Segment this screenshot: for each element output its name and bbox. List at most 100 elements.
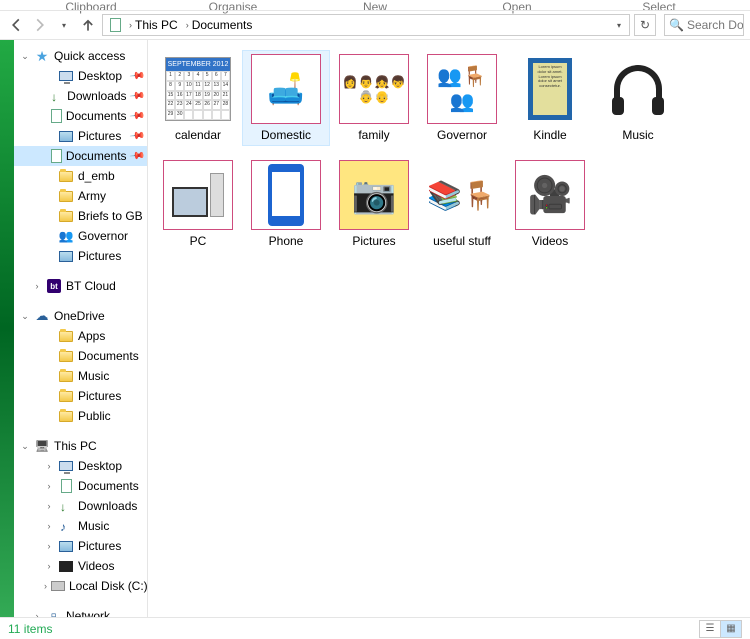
chevron-right-icon[interactable]: › — [44, 521, 54, 531]
nav-item-pictures[interactable]: Pictures📌 — [14, 126, 147, 146]
folder-thumbnail: 🎥 — [515, 160, 585, 230]
nav-item-pictures[interactable]: Pictures — [14, 386, 147, 406]
folder-icon — [58, 328, 74, 344]
nav-item-videos[interactable]: ›Videos — [14, 556, 147, 576]
nav-bt-cloud[interactable]: › bt BT Cloud — [14, 276, 147, 296]
up-button[interactable] — [78, 15, 98, 35]
down-icon — [51, 88, 63, 104]
nav-item-documents[interactable]: Documents📌 — [14, 106, 147, 126]
nav-item-governor[interactable]: 👥Governor — [14, 226, 147, 246]
folder-item-label: Kindle — [533, 128, 566, 142]
nav-this-pc[interactable]: ⌄ 🖥 This PC — [14, 436, 147, 456]
icons-view-toggle[interactable]: ▦ — [720, 620, 742, 638]
disk-icon — [51, 578, 65, 594]
pin-icon: 📌 — [128, 148, 145, 164]
folder-item-label: PC — [190, 234, 207, 248]
folder-item-useful-stuff[interactable]: 📚🪑 useful stuff — [418, 156, 506, 252]
nav-item-apps[interactable]: Apps — [14, 326, 147, 346]
chevron-down-icon[interactable]: ⌄ — [20, 51, 30, 62]
nav-item-desktop[interactable]: ›Desktop — [14, 456, 147, 476]
nav-label: This PC — [54, 439, 97, 453]
folder-item-domestic[interactable]: 🛋️Domestic — [242, 50, 330, 146]
folder-thumbnail: 📚🪑 — [427, 160, 497, 230]
breadcrumb-segment[interactable]: ›This PC — [126, 18, 181, 32]
chevron-down-icon[interactable]: ⌄ — [20, 441, 30, 452]
doc-icon — [51, 108, 62, 124]
nav-network[interactable]: › Network — [14, 606, 147, 617]
chevron-right-icon[interactable]: › — [44, 561, 54, 571]
folder-item-kindle[interactable]: Lorem ipsum dolor sit amet. Lorem ipsum … — [506, 50, 594, 146]
nav-item-music[interactable]: › Music — [14, 516, 147, 536]
nav-label: Pictures — [78, 249, 121, 263]
folder-thumbnail — [163, 160, 233, 230]
nav-item-public[interactable]: Public — [14, 406, 147, 426]
nav-label: Documents — [66, 149, 127, 163]
chevron-right-icon[interactable]: › — [44, 501, 54, 511]
search-input[interactable]: 🔍Search Do… — [664, 14, 744, 36]
folder-item-videos[interactable]: 🎥Videos — [506, 156, 594, 252]
chevron-right-icon[interactable]: › — [32, 281, 42, 291]
back-button[interactable] — [6, 15, 26, 35]
nav-quick-access[interactable]: ⌄ ★ Quick access — [14, 46, 147, 66]
this-pc-icon: 🖥 — [34, 438, 50, 454]
nav-onedrive[interactable]: ⌄ ☁ OneDrive — [14, 306, 147, 326]
forward-button[interactable] — [30, 15, 50, 35]
nav-item-desktop[interactable]: Desktop📌 — [14, 66, 147, 86]
chevron-down-icon[interactable]: ⌄ — [20, 311, 30, 322]
refresh-button[interactable]: ↻ — [634, 14, 656, 36]
nav-label: BT Cloud — [66, 279, 116, 293]
nav-label: Network — [66, 609, 110, 617]
ribbon-section: Select — [588, 0, 730, 10]
nav-label: d_emb — [78, 169, 115, 183]
folder-item-label: useful stuff — [433, 234, 491, 248]
breadcrumb-segment[interactable]: ›Documents — [183, 18, 256, 32]
nav-item-music[interactable]: Music — [14, 366, 147, 386]
pic-icon — [58, 248, 74, 264]
folder-thumbnail: 👩👨👧👦👵👴 — [339, 54, 409, 124]
desktop-wallpaper-edge — [0, 40, 14, 617]
chevron-right-icon[interactable]: › — [44, 481, 54, 491]
nav-item-documents[interactable]: Documents — [14, 346, 147, 366]
nav-item-army[interactable]: Army — [14, 186, 147, 206]
folder-icon — [58, 188, 74, 204]
address-bar[interactable]: ›This PC ›Documents ▾ — [102, 14, 630, 36]
navigation-pane: ⌄ ★ Quick access Desktop📌Downloads📌Docum… — [14, 40, 148, 617]
nav-item-pictures[interactable]: Pictures — [14, 246, 147, 266]
chevron-right-icon[interactable]: › — [44, 581, 47, 591]
folder-content[interactable]: SEPTEMBER 201212345678910111213141516171… — [148, 40, 750, 617]
folder-item-pc[interactable]: PC — [154, 156, 242, 252]
nav-label: Downloads — [67, 89, 126, 103]
folder-item-calendar[interactable]: SEPTEMBER 201212345678910111213141516171… — [154, 50, 242, 146]
nav-label: OneDrive — [54, 309, 105, 323]
folder-item-label: family — [358, 128, 389, 142]
chevron-right-icon[interactable]: › — [44, 541, 54, 551]
folder-item-family[interactable]: 👩👨👧👦👵👴 family — [330, 50, 418, 146]
folder-item-label: Phone — [269, 234, 304, 248]
folder-item-phone[interactable]: Phone — [242, 156, 330, 252]
pic-icon — [58, 128, 74, 144]
nav-item-local-disk-c-[interactable]: › Local Disk (C:) — [14, 576, 147, 596]
chevron-right-icon[interactable]: › — [44, 461, 54, 471]
nav-item-briefs-to-gb[interactable]: Briefs to GB — [14, 206, 147, 226]
folder-item-governor[interactable]: 👥🪑👥Governor — [418, 50, 506, 146]
chevron-right-icon[interactable]: › — [32, 611, 42, 617]
folder-item-music[interactable]: Music — [594, 50, 682, 146]
nav-label: Music — [78, 519, 109, 533]
recent-locations-button[interactable]: ▾ — [54, 15, 74, 35]
nav-item-pictures[interactable]: ›Pictures — [14, 536, 147, 556]
nav-item-documents[interactable]: Documents📌 — [14, 146, 147, 166]
details-view-toggle[interactable]: ☰ — [699, 620, 721, 638]
item-count: 11 items — [8, 622, 52, 636]
folder-item-pictures[interactable]: 📷Pictures — [330, 156, 418, 252]
nav-label: Pictures — [78, 129, 121, 143]
nav-item-documents[interactable]: ›Documents — [14, 476, 147, 496]
nav-item-downloads[interactable]: ›Downloads — [14, 496, 147, 516]
address-folder-icon — [107, 18, 124, 32]
pic-icon — [58, 538, 74, 554]
nav-item-downloads[interactable]: Downloads📌 — [14, 86, 147, 106]
pin-icon: 📌 — [128, 88, 145, 104]
folder-thumbnail: 🛋️ — [251, 54, 321, 124]
address-dropdown[interactable]: ▾ — [613, 21, 625, 30]
nav-label: Local Disk (C:) — [69, 579, 148, 593]
nav-item-d-emb[interactable]: d_emb — [14, 166, 147, 186]
